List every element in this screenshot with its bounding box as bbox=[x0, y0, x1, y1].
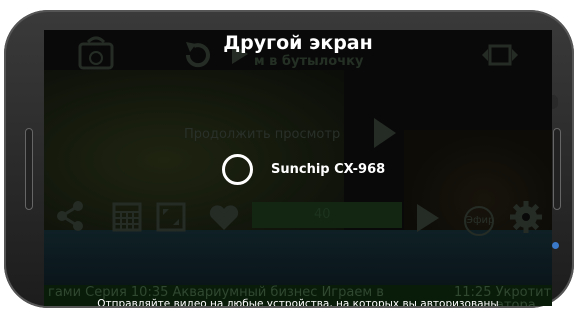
right-grip bbox=[553, 128, 561, 210]
notification-led bbox=[552, 242, 559, 249]
phone-frame: м в бутылочку Продолжить просмотр 40 Эфи… bbox=[4, 10, 574, 308]
dialog-title: Другой экран bbox=[223, 32, 373, 54]
device-name[interactable]: Sunchip CX-968 bbox=[271, 162, 385, 177]
device-option[interactable]: Sunchip CX-968 bbox=[222, 154, 385, 185]
device-radio-button[interactable] bbox=[222, 154, 253, 185]
screen: м в бутылочку Продолжить просмотр 40 Эфи… bbox=[44, 30, 552, 306]
left-grip bbox=[25, 128, 33, 210]
dialog-footer-note: Отправляйте видео на любые устройства, н… bbox=[97, 298, 499, 306]
